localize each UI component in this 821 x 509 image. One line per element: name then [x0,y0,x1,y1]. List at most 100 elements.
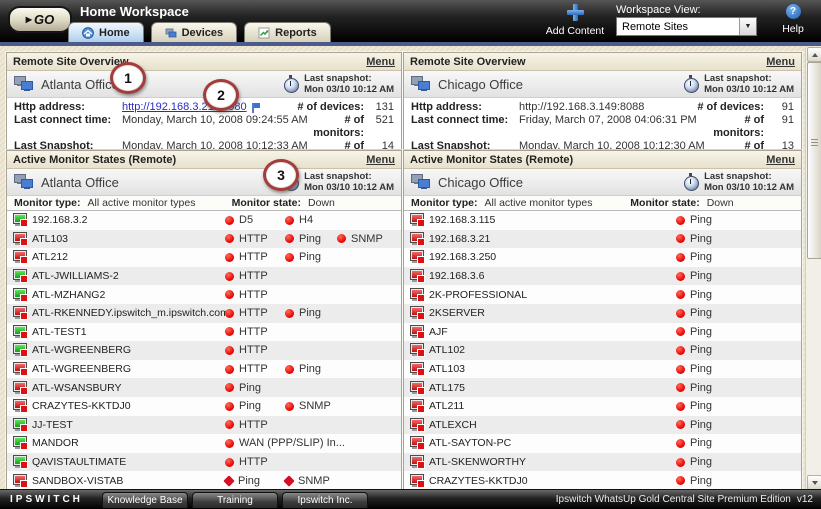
down-dot-icon [676,215,685,225]
monitor-row[interactable]: CRAZYTES-KKTDJ0 Ping SNMP [7,396,401,416]
ipswitch-logo: IPSWITCH [10,494,83,505]
monitor-type-name: Ping [690,363,713,376]
monitor-state-marker: Ping [676,475,712,487]
monitor-type-name: HTTP [239,307,268,320]
panel-title: Remote Site Overview [13,55,129,68]
overview-field-row: Http address: http://192.168.3.149:8088 … [411,101,794,114]
footer-link-ipswitch-inc[interactable]: Ipswitch Inc. [282,492,368,508]
monitor-row[interactable]: 192.168.3.250 Ping [404,248,801,267]
monitor-type-name: SNMP [351,232,383,245]
monitor-row[interactable]: MANDOR WAN (PPP/SLIP) In... [7,434,401,453]
field-label: Last Snapshot: [14,140,94,150]
device-status-icon [13,231,28,246]
tab-devices-label: Devices [181,26,224,39]
down-dot-icon [225,327,234,337]
tab-home[interactable]: Home [68,22,144,42]
device-name: ATL-SAYTON-PC [429,437,512,450]
monitor-type-value: All active monitor types [87,197,196,209]
monitor-row[interactable]: ATL-WGREENBERG HTTP [7,341,401,360]
panel-header: Remote Site Overview Menu [404,53,801,71]
monitor-row[interactable]: ATL102 Ping [404,341,801,360]
monitor-row[interactable]: ATL-RKENNEDY.ipswitch_m.ipswitch.com HTTP… [7,303,401,323]
go-button[interactable]: ▶ GO [8,6,72,33]
add-content-button[interactable]: Add Content [538,4,612,39]
device-name: ATL-WSANSBURY [32,381,122,394]
last-snapshot-label: Last snapshot: [304,171,372,182]
down-dot-icon [225,215,234,225]
footer-link-training[interactable]: Training [192,492,278,508]
device-status-icon [410,343,425,358]
panel-active-monitors-atlanta: Active Monitor States (Remote) Menu Atla… [6,150,402,509]
panel-active-monitors-chicago: Active Monitor States (Remote) Menu Chic… [403,150,802,509]
tab-devices[interactable]: Devices [150,22,238,42]
monitor-state-marker: Ping [676,363,712,375]
monitor-row[interactable]: 2KSERVER Ping [404,303,801,323]
monitor-row[interactable]: ATL211 Ping [404,396,801,416]
workspace-view-select[interactable]: Remote Sites ▼ [616,17,757,36]
menu-link[interactable]: Menu [766,154,795,166]
monitor-type-name: Ping [239,400,262,413]
monitor-row[interactable]: ATL-WGREENBERG HTTP Ping [7,359,401,379]
field-value: Monday, March 10, 2008 10:12:30 AM [519,140,705,150]
menu-link[interactable]: Menu [366,56,395,68]
monitor-type-name: Ping [299,251,322,264]
monitor-row[interactable]: ATLEXCH Ping [404,415,801,435]
monitor-row[interactable]: ATL103 HTTP Ping SNMP [7,229,401,249]
menu-link[interactable]: Menu [766,56,795,68]
monitor-row[interactable]: ATL-MZHANG2 HTTP [7,285,401,304]
device-status-icon [13,417,28,432]
monitor-row[interactable]: ATL175 Ping [404,378,801,397]
device-name: AJF [429,325,448,338]
monitor-row[interactable]: QAVISTAULTIMATE HTTP [7,452,401,472]
field-right-value: 521 [375,114,394,126]
monitor-row[interactable]: ATL-WSANSBURY Ping [7,378,401,397]
device-name: ATL-WGREENBERG [32,363,131,376]
monitor-row[interactable]: ATL-SAYTON-PC Ping [404,434,801,453]
help-button[interactable]: ? Help [776,4,810,37]
vertical-scrollbar[interactable] [805,47,821,490]
monitor-row[interactable]: 192.168.3.2 D5 H4 [7,211,401,230]
chevron-down-icon[interactable]: ▼ [739,18,756,35]
monitor-row[interactable]: 192.168.3.21 Ping [404,229,801,249]
scroll-up-arrow[interactable] [807,47,821,62]
field-right-value: 91 [781,114,794,126]
monitor-row[interactable]: ATL-TEST1 HTTP [7,322,401,342]
monitor-state-marker: H4 [285,214,313,226]
tab-reports[interactable]: Reports [244,22,331,42]
monitor-row[interactable]: CRAZYTES-KKTDJ0 Ping [404,471,801,490]
monitor-row[interactable]: ATL-SKENWORTHY Ping [404,452,801,472]
footer-link-knowledge-base[interactable]: Knowledge Base [102,492,188,508]
device-status-icon [410,399,425,414]
panel-remote-site-overview-chicago: Remote Site Overview Menu Chicago Office… [403,52,802,150]
last-snapshot-label: Last snapshot: [304,73,372,84]
monitor-row[interactable]: SANDBOX-VISTAB Ping SNMP [7,471,401,490]
monitor-type-name: HTTP [239,325,268,338]
monitor-row[interactable]: 192.168.3.115 Ping [404,211,801,230]
menu-link[interactable]: Menu [366,154,395,166]
down-dot-icon [225,234,234,244]
monitor-type-name: Ping [690,214,713,227]
monitor-row[interactable]: ATL-JWILLIAMS-2 HTTP [7,266,401,286]
last-snapshot: Last snapshot: Mon 03/10 10:12 AM [684,171,794,193]
last-snapshot-value: Mon 03/10 10:12 AM [304,84,394,95]
down-dot-icon [676,364,685,374]
field-label: Http address: [14,101,85,113]
monitor-row[interactable]: AJF Ping [404,322,801,342]
field-value: Monday, March 10, 2008 10:12:33 AM [122,140,308,150]
scrollbar-thumb[interactable] [807,62,821,259]
monitor-row[interactable]: 2K-PROFESSIONAL Ping [404,285,801,304]
scroll-down-arrow[interactable] [807,475,821,490]
monitor-row[interactable]: ATL103 Ping [404,359,801,379]
callout-3: 3 [263,159,299,191]
device-name: ATL-JWILLIAMS-2 [32,270,119,283]
device-status-icon [13,399,28,414]
monitor-row[interactable]: 192.168.3.6 Ping [404,266,801,286]
monitor-row[interactable]: JJ-TEST HTTP [7,415,401,435]
monitor-state-marker: Ping [676,456,712,468]
link-flag-icon[interactable] [251,102,261,113]
monitor-row[interactable]: ATL212 HTTP Ping [7,248,401,267]
monitor-state-marker: HTTP [225,233,268,245]
down-dot-icon [676,271,685,281]
monitor-state-marker: Ping [676,437,712,449]
field-right-label: # of devices: [297,101,364,113]
